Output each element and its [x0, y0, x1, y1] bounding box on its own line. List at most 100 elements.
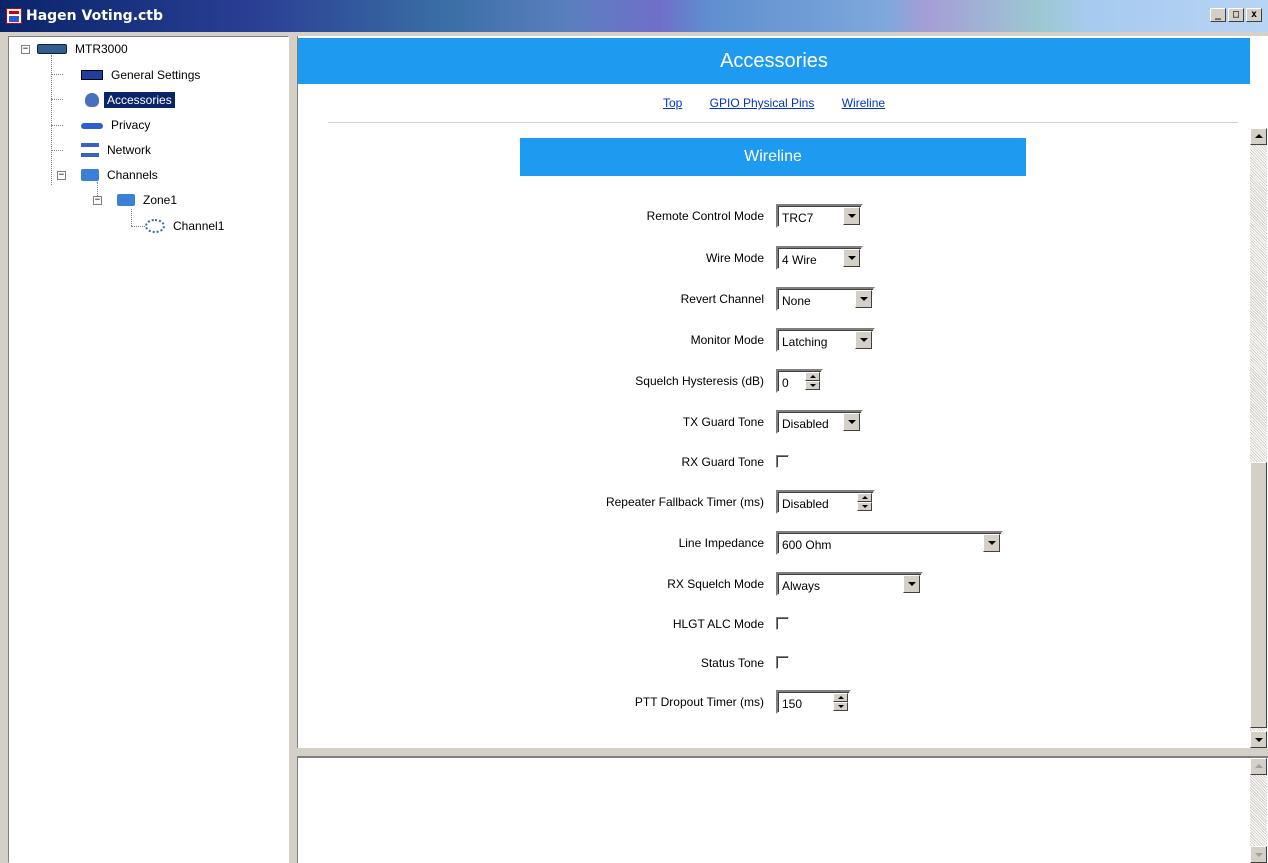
collapse-toggle[interactable]: −: [57, 171, 66, 180]
tree-item-general-settings[interactable]: General Settings: [81, 65, 203, 85]
field-remote-control-mode: Remote Control Mode TRC7: [298, 203, 1250, 229]
tree-item-channels[interactable]: Channels: [81, 165, 161, 185]
chevron-down-icon[interactable]: [983, 534, 1000, 552]
minimize-button[interactable]: _: [1210, 8, 1226, 22]
section-title: Wireline: [520, 138, 1026, 176]
tree-connector: [51, 99, 63, 100]
field-rx-guard-tone: RX Guard Tone: [298, 449, 1250, 475]
select-value: None: [782, 294, 811, 308]
field-label: Wire Mode: [705, 251, 764, 265]
remote-control-mode-select[interactable]: TRC7: [776, 204, 863, 228]
spin-up-icon[interactable]: [857, 493, 872, 502]
select-value: 600 Ohm: [782, 538, 832, 552]
spinner-value: Disabled: [782, 497, 829, 511]
tree-item-label: Channel1: [173, 219, 225, 233]
channel-icon: [145, 219, 165, 233]
field-label: Status Tone: [700, 656, 764, 670]
spin-up-icon[interactable]: [805, 372, 820, 381]
field-repeater-fallback-timer: Repeater Fallback Timer (ms) Disabled: [298, 489, 1250, 515]
squelch-hysteresis-spinner[interactable]: 0: [776, 369, 823, 393]
rx-guard-tone-checkbox[interactable]: [776, 455, 789, 468]
spin-down-icon[interactable]: [857, 502, 872, 511]
collapse-toggle[interactable]: −: [21, 45, 30, 54]
radio-device-icon: [37, 44, 67, 54]
close-button[interactable]: x: [1246, 8, 1262, 22]
field-status-tone: Status Tone: [298, 650, 1250, 676]
tree-connector: [131, 209, 132, 226]
spinner-value: 0: [782, 376, 789, 390]
tree-root[interactable]: MTR3000: [37, 39, 131, 59]
content-scrollbar[interactable]: [1250, 128, 1267, 748]
select-value: Latching: [782, 335, 828, 349]
scroll-thumb[interactable]: [1250, 462, 1267, 728]
tree-connector: [51, 150, 63, 151]
field-tx-guard-tone: TX Guard Tone Disabled: [298, 409, 1250, 435]
field-line-impedance: Line Impedance 600 Ohm: [298, 530, 1250, 556]
field-label: PTT Dropout Timer (ms): [634, 695, 764, 709]
scroll-up-icon[interactable]: [1250, 758, 1267, 775]
tree-item-zone1[interactable]: Zone1: [117, 190, 180, 210]
ptt-dropout-timer-spinner[interactable]: 150: [776, 690, 851, 714]
tree-item-label: Zone1: [143, 193, 178, 207]
key-icon: [81, 123, 103, 129]
spin-down-icon[interactable]: [805, 381, 820, 390]
spin-up-icon[interactable]: [833, 693, 848, 702]
tree-item-label: General Settings: [111, 68, 201, 82]
select-value: Always: [782, 579, 821, 593]
field-label: Repeater Fallback Timer (ms): [605, 495, 764, 509]
field-monitor-mode: Monitor Mode Latching: [298, 327, 1250, 353]
tx-guard-tone-select[interactable]: Disabled: [776, 410, 863, 434]
revert-channel-select[interactable]: None: [776, 287, 875, 311]
chevron-down-icon[interactable]: [903, 575, 920, 593]
tree-connector: [51, 74, 63, 75]
navigation-tree[interactable]: − MTR3000 General Settings Accessories P…: [8, 36, 289, 863]
line-impedance-select[interactable]: 600 Ohm: [776, 531, 1003, 555]
tree-item-privacy[interactable]: Privacy: [81, 115, 153, 135]
collapse-toggle[interactable]: −: [93, 196, 102, 205]
folder-icon: [117, 194, 135, 206]
link-wireline[interactable]: Wireline: [842, 96, 885, 110]
link-gpio-physical-pins[interactable]: GPIO Physical Pins: [710, 96, 815, 110]
hlgt-alc-mode-checkbox[interactable]: [776, 617, 789, 630]
scroll-up-icon[interactable]: [1250, 128, 1267, 145]
wire-mode-select[interactable]: 4 Wire: [776, 246, 863, 270]
output-scrollbar[interactable]: [1250, 758, 1267, 863]
field-label: TX Guard Tone: [682, 415, 764, 429]
monitor-mode-select[interactable]: Latching: [776, 328, 875, 352]
section-links: Top GPIO Physical Pins Wireline: [298, 96, 1250, 110]
field-rx-squelch-mode: RX Squelch Mode Always: [298, 571, 1250, 597]
tree-item-label: Channels: [107, 168, 158, 182]
tree-connector: [131, 226, 145, 227]
content-pane: Accessories Top GPIO Physical Pins Wirel…: [297, 36, 1268, 748]
field-label: Line Impedance: [678, 536, 764, 550]
field-wire-mode: Wire Mode 4 Wire: [298, 245, 1250, 271]
scroll-down-icon[interactable]: [1250, 731, 1267, 748]
rx-squelch-mode-select[interactable]: Always: [776, 572, 923, 596]
chevron-down-icon[interactable]: [843, 413, 860, 431]
chevron-down-icon[interactable]: [855, 331, 872, 349]
app-icon: [6, 8, 22, 24]
accessories-icon: [85, 93, 99, 107]
scroll-down-icon[interactable]: [1250, 846, 1267, 863]
tree-item-channel1[interactable]: Channel1: [145, 216, 227, 236]
maximize-button[interactable]: □: [1228, 8, 1244, 22]
set-icon: [81, 70, 103, 80]
field-label: Revert Channel: [680, 292, 764, 306]
spinner-value: 150: [782, 697, 803, 711]
select-value: TRC7: [782, 211, 814, 225]
chevron-down-icon[interactable]: [855, 290, 872, 308]
repeater-fallback-timer-spinner[interactable]: Disabled: [776, 490, 875, 514]
chevron-down-icon[interactable]: [843, 207, 860, 225]
link-top[interactable]: Top: [663, 96, 682, 110]
select-value: Disabled: [782, 417, 829, 431]
tree-item-accessories[interactable]: Accessories: [81, 90, 175, 110]
tree-item-label: Accessories: [104, 92, 175, 108]
status-tone-checkbox[interactable]: [776, 656, 789, 669]
field-revert-channel: Revert Channel None: [298, 286, 1250, 312]
pane-splitter[interactable]: [289, 36, 297, 863]
tree-item-network[interactable]: Network: [81, 140, 154, 160]
divider: [328, 122, 1238, 123]
window-title: Hagen Voting.ctb: [26, 8, 164, 24]
spin-down-icon[interactable]: [833, 702, 848, 711]
chevron-down-icon[interactable]: [843, 249, 860, 267]
